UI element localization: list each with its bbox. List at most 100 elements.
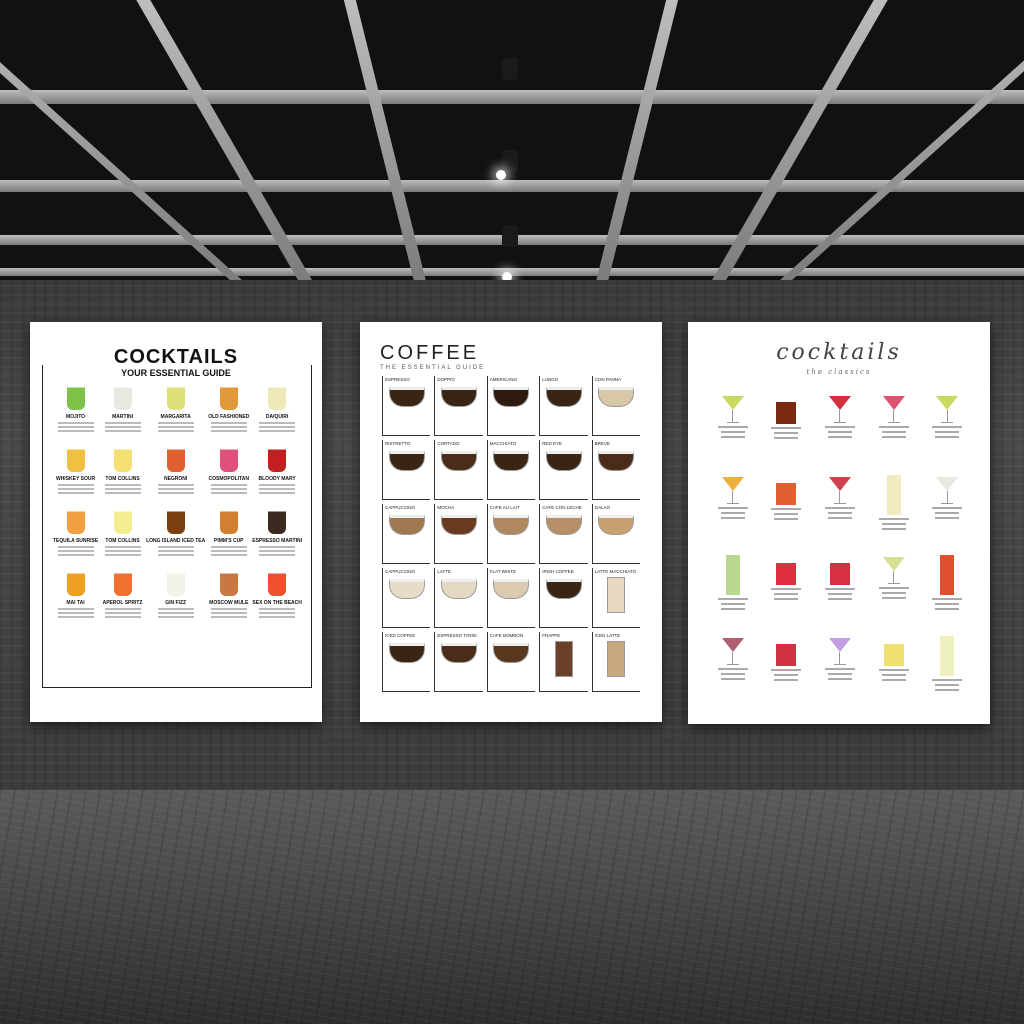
- glass-stem: [946, 490, 948, 503]
- cocktail-glass-icon: [66, 568, 85, 596]
- coffee-name: CAPPUCCINO: [385, 505, 416, 510]
- coffee-cup-icon: [607, 577, 626, 613]
- recipe-line: [878, 426, 909, 428]
- cocktail-glass-icon: [113, 444, 132, 472]
- cocktail-item: MARTINI: [99, 380, 146, 442]
- coffee-cup-icon: [493, 451, 530, 471]
- coffee-name: ICED COFFEE: [385, 633, 416, 638]
- coffee-item: GALAO: [591, 504, 640, 564]
- coffee-item: CAPPUCCINO: [382, 568, 431, 628]
- classic-cocktail-item: [867, 553, 921, 634]
- cocktail-glass-icon: [66, 506, 85, 534]
- coffee-cup-icon: [598, 387, 635, 407]
- recipe-line: [774, 432, 799, 434]
- classic-cocktails-poster: cocktails the classics: [688, 322, 990, 724]
- ceiling-beam: [136, 0, 318, 290]
- recipe-line: [878, 517, 909, 520]
- recipe-line: [878, 587, 909, 589]
- cocktail-item: DAIQUIRI: [252, 380, 302, 442]
- cocktail-name: APEROL SPRITZ: [102, 600, 143, 606]
- recipe-line: [827, 511, 852, 514]
- martini-glass-icon: [721, 637, 744, 652]
- classic-cocktail-item: [920, 634, 974, 715]
- concrete-floor: [0, 790, 1024, 1024]
- glass-base: [833, 422, 846, 423]
- recipe-line: [720, 436, 745, 438]
- recipe-line: [57, 554, 94, 556]
- recipe-line: [935, 511, 960, 514]
- cocktail-item: OLD FASHIONED: [205, 380, 252, 442]
- poster-subtitle: the classics: [806, 368, 872, 376]
- coffee-name: LATTE: [437, 569, 452, 574]
- glass-base: [726, 663, 739, 665]
- glass-base: [941, 502, 954, 504]
- coffee-cup-icon: [545, 515, 582, 535]
- cocktail-item: APEROL SPRITZ: [99, 566, 146, 628]
- ceiling-beam: [768, 0, 1024, 290]
- glass-stem: [732, 490, 734, 503]
- coffee-cup-icon: [545, 579, 582, 599]
- recipe-line: [104, 426, 141, 428]
- glass-base: [833, 502, 846, 504]
- recipe-line: [935, 603, 960, 605]
- classic-cocktail-item: [920, 553, 974, 634]
- recipe-line: [57, 422, 94, 424]
- recipe-line: [881, 592, 906, 594]
- cocktail-name: MOJITO: [65, 414, 86, 420]
- recipe-line: [827, 672, 852, 675]
- coffee-cup-icon: [607, 641, 626, 677]
- recipe-line: [157, 608, 194, 610]
- recipe-line: [157, 422, 194, 424]
- recipe-line: [157, 612, 194, 614]
- classic-cocktail-item: [813, 634, 867, 715]
- coffee-grid: ESPRESSO DOPPIO AMERICANO LUNGO CON PANNA RIS…: [380, 374, 642, 694]
- coffee-cup-icon: [493, 579, 530, 599]
- coffee-name: RISTRETTO: [385, 441, 411, 446]
- recipe-line: [881, 673, 906, 676]
- cocktail-glass-icon: [268, 506, 287, 534]
- glass-base: [726, 502, 739, 504]
- recipe-line: [57, 608, 94, 610]
- cocktail-glass-icon: [113, 568, 132, 596]
- spotlight: [502, 150, 518, 172]
- rocks-glass-icon: [883, 643, 904, 666]
- coffee-item: IRISH COFFEE: [539, 568, 588, 628]
- recipe-line: [774, 437, 799, 439]
- cocktail-glass-icon: [166, 382, 185, 410]
- recipe-line: [104, 488, 141, 490]
- recipe-line: [210, 484, 247, 486]
- recipe-line: [935, 608, 960, 610]
- coffee-name: MACCHIATO: [489, 441, 517, 446]
- recipe-line: [932, 678, 963, 681]
- glass-base: [833, 663, 846, 665]
- recipe-line: [771, 507, 802, 510]
- coffee-name: FLAT WHITE: [489, 569, 517, 574]
- coffee-item: RISTRETTO: [382, 440, 431, 500]
- glass-stem: [839, 410, 841, 422]
- recipe-line: [104, 550, 141, 552]
- recipe-line: [259, 426, 296, 428]
- cocktail-name: LONG ISLAND ICED TEA: [146, 538, 206, 544]
- recipe-line: [771, 588, 802, 590]
- coffee-item: RED EYE: [539, 440, 588, 500]
- recipe-line: [720, 603, 745, 605]
- coffee-item: FRAPPE: [539, 632, 588, 692]
- martini-glass-icon: [936, 476, 959, 491]
- martini-glass-icon: [828, 476, 851, 491]
- recipe-line: [827, 431, 852, 433]
- recipe-line: [57, 484, 94, 486]
- glass-stem: [732, 651, 734, 664]
- recipe-line: [774, 593, 799, 595]
- coffee-item: ICED LATTE: [591, 632, 640, 692]
- coffee-name: BREVE: [594, 441, 610, 446]
- recipe-line: [720, 431, 745, 433]
- coffee-cup-icon: [388, 643, 425, 663]
- coffee-name: CAFE BOMBON: [489, 633, 524, 638]
- coffee-cup-icon: [441, 387, 478, 407]
- cocktail-item: COSMOPOLITAN: [205, 442, 252, 504]
- recipe-line: [827, 677, 852, 680]
- recipe-line: [210, 492, 247, 494]
- recipe-line: [104, 612, 141, 614]
- cocktail-name: ESPRESSO MARTINI: [252, 538, 302, 544]
- recipe-line: [717, 598, 748, 600]
